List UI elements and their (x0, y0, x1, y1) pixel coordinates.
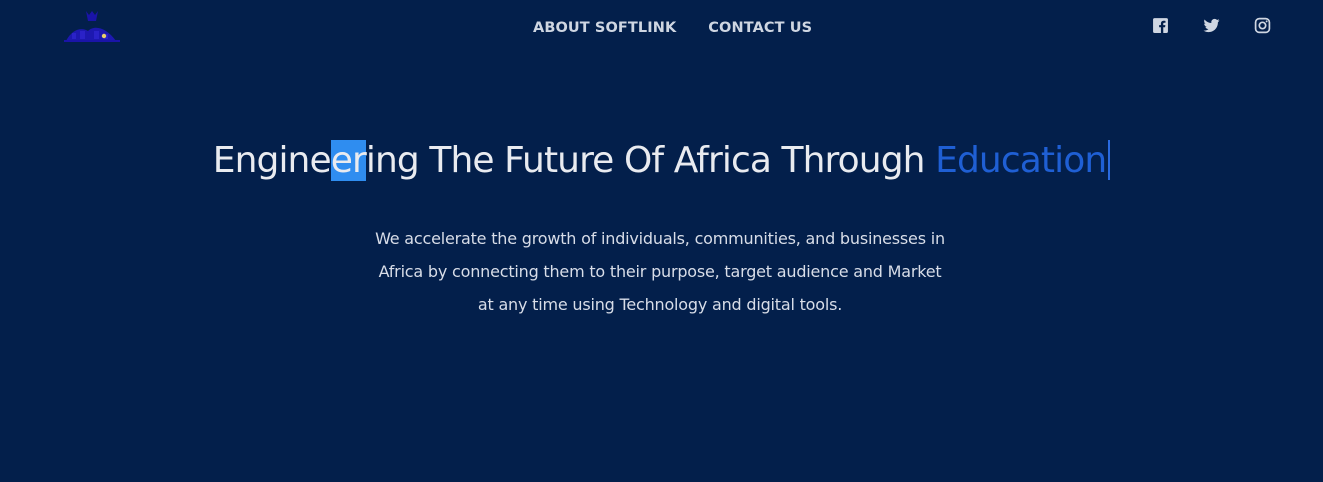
headline-selected-text: er (330, 140, 367, 181)
site-header: ABOUT SOFTLINK CONTACT US (0, 0, 1323, 56)
typing-cursor (1108, 140, 1111, 180)
instagram-icon[interactable] (1254, 17, 1271, 34)
nav-contact-us[interactable]: CONTACT US (708, 18, 812, 38)
headline-text-start: Engine (212, 140, 332, 181)
headline-typed-word: Education (935, 140, 1107, 181)
headline-text-middle: ing The Future Of Africa Through (365, 140, 936, 181)
page: ABOUT SOFTLINK CONTACT US Engineering Th… (0, 0, 1323, 482)
main-nav: ABOUT SOFTLINK CONTACT US (533, 18, 812, 38)
hero-headline: Engineering The Future Of Africa Through… (0, 138, 1323, 184)
softlink-logo[interactable] (58, 7, 124, 45)
facebook-icon[interactable] (1152, 17, 1169, 34)
nav-about-softlink[interactable]: ABOUT SOFTLINK (533, 18, 676, 38)
twitter-icon[interactable] (1203, 17, 1220, 34)
hero-description: We accelerate the growth of individuals,… (375, 229, 945, 314)
social-links (1152, 17, 1271, 34)
